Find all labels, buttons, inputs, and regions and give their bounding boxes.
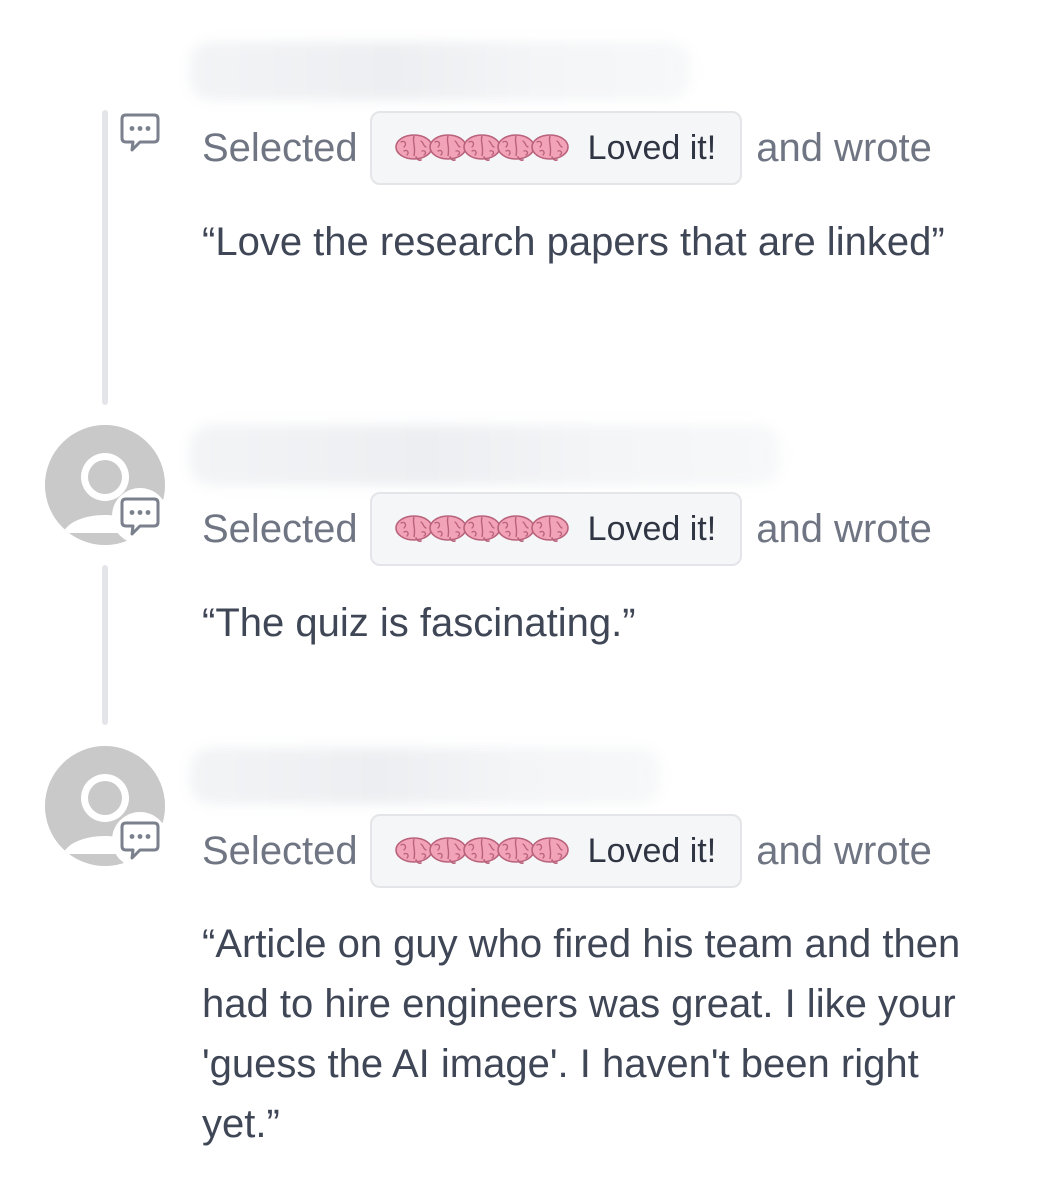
selected-label: Selected — [202, 828, 358, 873]
comment-bubble-icon — [112, 488, 168, 544]
rating-chip: Loved it! — [369, 111, 743, 185]
rating-label: Loved it! — [587, 831, 717, 870]
comment-text: “Love the research papers that are linke… — [202, 220, 945, 264]
thread-line — [102, 565, 108, 725]
selected-label: Selected — [202, 125, 358, 170]
redacted-username — [190, 748, 660, 804]
brain-icon — [530, 837, 569, 864]
and-wrote-label: and wrote — [756, 506, 932, 551]
feedback-rating-line: Selected Loved it! and wrote — [202, 110, 932, 186]
thread-line — [102, 110, 108, 405]
redacted-username — [190, 425, 780, 485]
rating-label: Loved it! — [587, 128, 717, 167]
brain-icon — [530, 515, 569, 542]
brain-rating — [394, 514, 570, 544]
comment-text: “Article on guy who fired his team and t… — [202, 922, 961, 1146]
feedback-rating-line: Selected Loved it! and wrote — [202, 491, 932, 567]
rating-chip: Loved it! — [369, 492, 743, 566]
feedback-rating-line: Selected Loved it! and wrote — [202, 813, 932, 889]
brain-rating — [394, 133, 570, 163]
comment-bubble-icon — [112, 104, 168, 160]
rating-chip: Loved it! — [369, 814, 743, 888]
rating-label: Loved it! — [587, 509, 717, 548]
selected-label: Selected — [202, 506, 358, 551]
redacted-username — [190, 42, 690, 100]
brain-icon — [530, 134, 569, 161]
and-wrote-label: and wrote — [756, 828, 932, 873]
comment-text: “The quiz is fascinating.” — [202, 601, 636, 645]
comment-bubble-icon — [112, 812, 168, 868]
brain-rating — [394, 836, 570, 866]
and-wrote-label: and wrote — [756, 125, 932, 170]
